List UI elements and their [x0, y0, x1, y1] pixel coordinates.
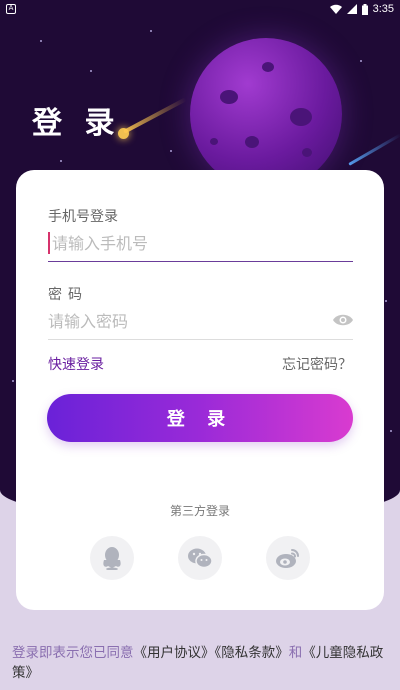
clock: 3:35 — [372, 3, 394, 15]
agreement-text: 登录即表示您已同意《用户协议》《隐私条款》和《儿童隐私政策》 — [12, 643, 392, 683]
signal-icon — [346, 4, 357, 14]
user-agreement-link[interactable]: 《用户协议》 — [134, 645, 215, 661]
phone-label: 手机号登录 — [48, 209, 118, 225]
planet-illustration — [190, 38, 342, 190]
weibo-login-button[interactable] — [266, 536, 310, 580]
eye-icon[interactable] — [332, 313, 354, 327]
phone-input[interactable] — [48, 226, 353, 262]
login-button[interactable]: 登 录 — [47, 394, 353, 442]
notification-icon: A — [6, 4, 16, 14]
third-party-label: 第三方登录 — [169, 504, 230, 518]
qq-icon — [103, 547, 121, 570]
password-input[interactable] — [48, 304, 353, 340]
meteor-streak — [348, 133, 400, 166]
page-title: 登 录 — [32, 106, 121, 141]
quick-login-link[interactable]: 快速登录 — [48, 354, 104, 374]
qq-login-button[interactable] — [90, 536, 134, 580]
wechat-icon — [188, 548, 213, 569]
agreement-and: 和 — [288, 645, 303, 661]
forgot-password-link[interactable]: 忘记密码？ — [282, 354, 352, 374]
password-label: 密码 — [48, 287, 88, 303]
status-bar: A 3:35 — [0, 0, 400, 18]
agreement-prefix: 登录即表示您已同意 — [12, 645, 134, 661]
text-cursor — [48, 232, 50, 254]
comet-tail — [123, 97, 187, 134]
battery-icon — [361, 3, 368, 15]
weibo-icon — [276, 549, 299, 568]
wechat-login-button[interactable] — [178, 536, 222, 580]
wifi-icon — [329, 4, 342, 14]
privacy-policy-link[interactable]: 《隐私条款》 — [215, 645, 289, 661]
login-card: 手机号登录 密码 快速登录 忘记密码？ 登 录 第三方登录 — [16, 170, 384, 610]
